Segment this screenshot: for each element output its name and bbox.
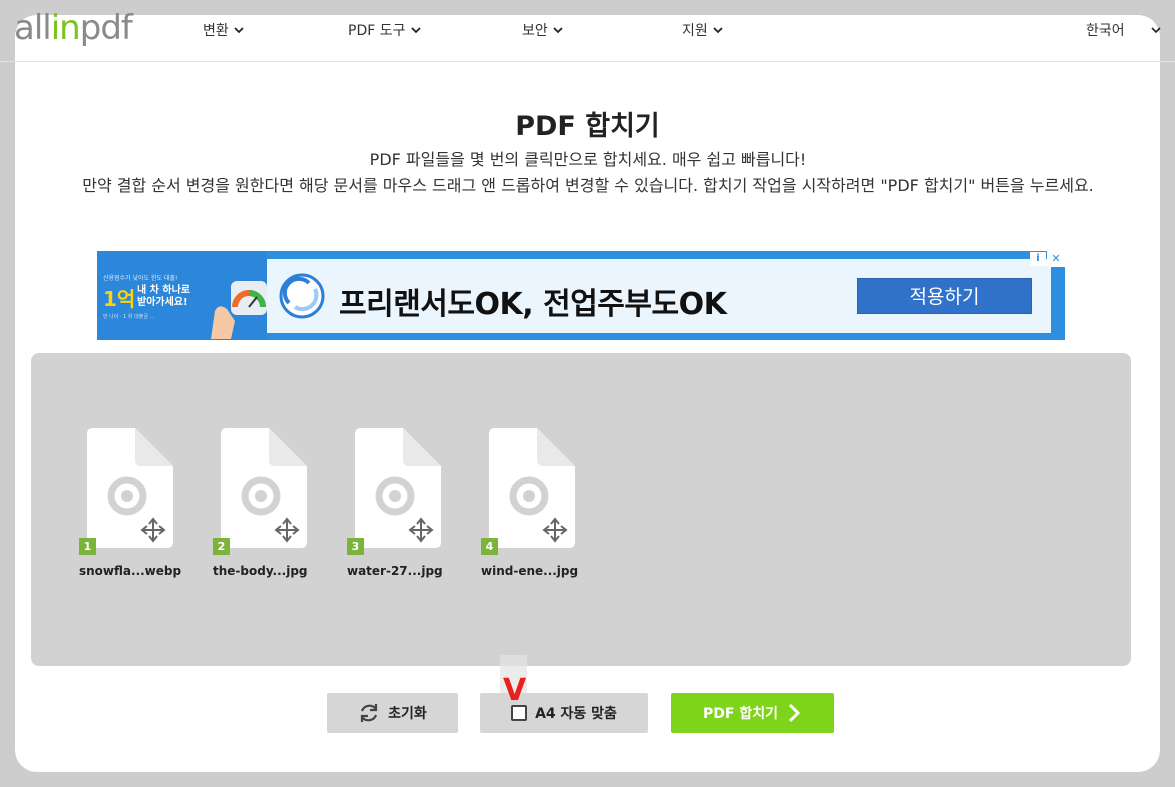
nav-security[interactable]: 보안 bbox=[522, 20, 564, 40]
file-drop-area[interactable]: 1 snowfla...webp 2 the-body...jpg 3 wate… bbox=[31, 353, 1131, 666]
file-name: snowfla...webp bbox=[79, 564, 182, 578]
ad-apply-button[interactable]: 적용하기 bbox=[857, 278, 1032, 314]
file-document-icon bbox=[221, 428, 307, 548]
file-name: the-body...jpg bbox=[213, 564, 308, 578]
file-document-icon bbox=[489, 428, 575, 548]
file-name: water-27...jpg bbox=[347, 564, 443, 578]
nav-pdf-tools[interactable]: PDF 도구 bbox=[348, 20, 422, 40]
nav-support[interactable]: 지원 bbox=[682, 20, 724, 40]
file-order-badge: 3 bbox=[347, 538, 364, 555]
page-title: PDF 합치기 bbox=[515, 111, 660, 142]
file-item[interactable]: 4 wind-ene...jpg bbox=[481, 428, 607, 588]
ad-headline: 프리랜서도OK, 전업주부도OK bbox=[339, 287, 727, 322]
reset-button[interactable]: 초기화 bbox=[327, 693, 458, 733]
chevron-right-icon bbox=[788, 703, 801, 723]
file-order-badge: 2 bbox=[213, 538, 230, 555]
nav-convert[interactable]: 변환 bbox=[203, 20, 245, 40]
file-name: wind-ene...jpg bbox=[481, 564, 579, 578]
file-document-icon bbox=[355, 428, 441, 548]
ad-brand-icon bbox=[279, 273, 325, 319]
credit-gauge-icon bbox=[211, 281, 267, 339]
file-document-icon bbox=[87, 428, 173, 548]
chevron-down-icon bbox=[553, 27, 563, 34]
chevron-down-icon[interactable] bbox=[1150, 24, 1162, 36]
language-selector[interactable]: 한국어 bbox=[1086, 20, 1125, 40]
file-item[interactable]: 3 water-27...jpg bbox=[347, 428, 473, 588]
ad-info-icon[interactable]: i bbox=[1030, 252, 1046, 266]
refresh-icon bbox=[361, 704, 378, 722]
ad-banner[interactable]: 신용점수가 낮아도 한도 대출! 1억 내 차 하나로 받아가세요! 만 나이 ·… bbox=[97, 251, 1065, 340]
file-order-badge: 4 bbox=[481, 538, 498, 555]
ad-close-icon[interactable]: ✕ bbox=[1047, 251, 1065, 267]
top-navigation: allinpdf 변환 PDF 도구 보안 지원 한국어 bbox=[0, 0, 1175, 62]
chevron-down-icon bbox=[713, 27, 723, 34]
file-item[interactable]: 1 snowfla...webp bbox=[79, 428, 205, 588]
chevron-down-icon bbox=[234, 27, 244, 34]
allinpdf-logo[interactable]: allinpdf bbox=[14, 8, 133, 48]
file-order-badge: 1 bbox=[79, 538, 96, 555]
chevron-down-icon bbox=[410, 27, 421, 34]
ad-main-panel: 프리랜서도OK, 전업주부도OK 적용하기 bbox=[267, 259, 1051, 333]
merge-pdf-button[interactable]: PDF 합치기 bbox=[671, 693, 834, 733]
annotation-mark: V bbox=[503, 673, 527, 708]
file-item[interactable]: 2 the-body...jpg bbox=[213, 428, 339, 588]
page-description: PDF 파일들을 몇 번의 클릭만으로 합치세요. 매우 쉽고 빠릅니다! 만약… bbox=[82, 150, 1094, 195]
